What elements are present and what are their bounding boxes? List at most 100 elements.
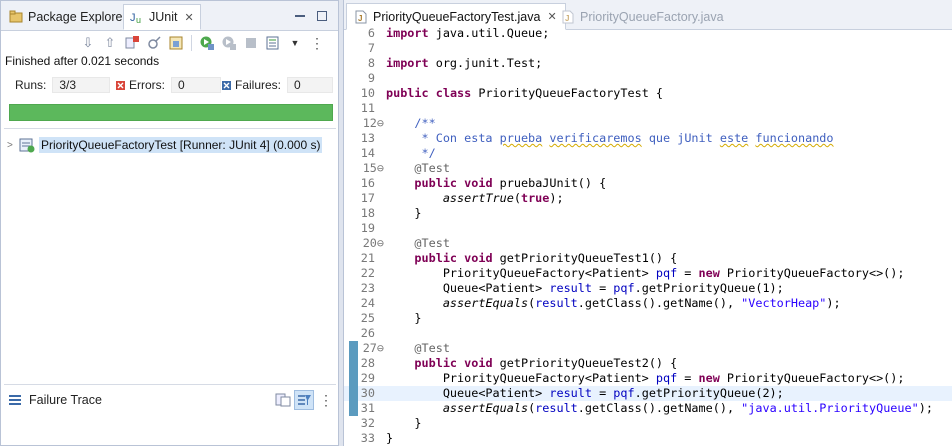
next-failure-icon[interactable]: ⇩ (79, 34, 97, 52)
code-line[interactable]: 27⊖ @Test (344, 341, 952, 356)
code-line[interactable]: 28 public void getPriorityQueueTest2() { (344, 356, 952, 371)
code-line[interactable]: 31 assertEquals(result.getClass().getNam… (344, 401, 952, 416)
code-line[interactable]: 29 PriorityQueueFactory<Patient> pqf = n… (344, 371, 952, 386)
code-line[interactable]: 17 assertTrue(true); (344, 191, 952, 206)
left-tabbar: Package Explorer J u JUnit ✕ (1, 1, 338, 31)
code-line[interactable]: 14 */ (344, 146, 952, 161)
code-text: import java.util.Queue; (386, 26, 550, 40)
code-text: } (386, 206, 422, 220)
editor-tab-label: PriorityQueueFactoryTest.java (373, 9, 541, 24)
line-number: 9 (367, 71, 375, 85)
code-line[interactable]: 8 import org.junit.Test; (344, 56, 952, 71)
line-number: 27⊖ (362, 341, 384, 355)
line-number: 30 (360, 386, 375, 400)
chevron-down-icon[interactable]: ▼ (286, 34, 304, 52)
tree-item-label: PriorityQueueFactoryTest [Runner: JUnit … (39, 137, 323, 153)
svg-text:J: J (565, 14, 569, 23)
history-icon[interactable] (264, 34, 282, 52)
code-line[interactable]: 33} (344, 431, 952, 446)
maximize-icon[interactable] (316, 10, 328, 22)
view-menu-icon[interactable]: ⋮ (316, 390, 336, 410)
svg-text:u: u (136, 15, 141, 24)
tab-package-explorer[interactable]: Package Explorer (3, 4, 133, 30)
tab-junit[interactable]: J u JUnit ✕ (123, 4, 201, 30)
line-number: 23 (360, 281, 375, 295)
divider (4, 128, 336, 129)
line-number: 22 (360, 266, 375, 280)
compare-icon[interactable] (273, 390, 293, 410)
chevron-right-icon[interactable]: > (7, 140, 19, 151)
java-file-icon: J (562, 10, 574, 23)
runs-label: Runs: (15, 78, 47, 92)
tab-label: Package Explorer (28, 10, 127, 24)
code-text: @Test (386, 236, 450, 250)
code-text: public class PriorityQueueFactoryTest { (386, 86, 664, 100)
code-text: assertEquals(result.getClass().getName()… (442, 296, 841, 310)
show-failures-only-icon[interactable] (123, 34, 141, 52)
failure-trace-header: Failure Trace ⋮ (1, 387, 338, 413)
stop-icon[interactable] (242, 34, 260, 52)
runs-counter: Runs: 3/3 (15, 77, 111, 93)
code-line[interactable]: 9 (344, 71, 952, 86)
code-line[interactable]: 24 assertEquals(result.getClass().getNam… (344, 296, 952, 311)
code-line[interactable]: 21 public void getPriorityQueueTest1() { (344, 251, 952, 266)
svg-text:J: J (130, 12, 136, 24)
test-tree-item[interactable]: > PriorityQueueFactoryTest [Runner: JUni… (7, 136, 323, 154)
code-text: } (386, 416, 422, 430)
line-number: 8 (367, 56, 375, 70)
previous-failure-icon[interactable]: ⇧ (101, 34, 119, 52)
close-icon[interactable]: ✕ (184, 11, 193, 24)
code-area[interactable]: 6 import java.util.Queue; 7 8 import org.jun… (344, 26, 952, 446)
toolbar-separator (191, 35, 192, 51)
code-line[interactable]: 30 Queue<Patient> result = pqf.getPriori… (344, 386, 952, 401)
divider (4, 384, 336, 385)
line-number: 11 (360, 101, 375, 115)
code-line[interactable]: 32 } (344, 416, 952, 431)
code-line[interactable]: 6 import java.util.Queue; (344, 26, 952, 41)
test-progress-bar (9, 104, 333, 121)
code-line[interactable]: 23 Queue<Patient> result = pqf.getPriori… (344, 281, 952, 296)
line-number: 14 (360, 146, 375, 160)
code-line[interactable]: 11 (344, 101, 952, 116)
code-text: assertTrue(true); (442, 191, 564, 205)
failures-label: Failures: (235, 78, 282, 92)
scroll-lock-icon[interactable] (145, 34, 163, 52)
code-text: PriorityQueueFactory<Patient> pqf = new … (386, 266, 905, 280)
code-text: @Test (386, 341, 450, 355)
code-line[interactable]: 16 public void pruebaJUnit() { (344, 176, 952, 191)
line-number: 20⊖ (362, 236, 384, 250)
code-line[interactable]: 7 (344, 41, 952, 56)
line-number: 25 (360, 311, 375, 325)
code-line[interactable]: 18 } (344, 206, 952, 221)
layout-icon[interactable] (167, 34, 185, 52)
editor-tab-label: PriorityQueueFactory.java (580, 9, 724, 24)
code-text: @Test (386, 161, 450, 175)
line-number: 15⊖ (362, 161, 384, 175)
code-line[interactable]: 25 } (344, 311, 952, 326)
line-number: 18 (360, 206, 375, 220)
junit-toolbar: ⇩ ⇧ ▼ ⋮ (79, 33, 326, 53)
line-number: 7 (367, 41, 375, 55)
code-line[interactable]: 19 (344, 221, 952, 236)
code-line[interactable]: 26 (344, 326, 952, 341)
view-menu-icon[interactable]: ⋮ (308, 34, 326, 52)
code-line[interactable]: 12⊖ /** (344, 116, 952, 131)
minimize-icon[interactable] (294, 10, 306, 22)
code-line[interactable]: 13 * Con esta prueba verificaremos que j… (344, 131, 952, 146)
code-text: public void pruebaJUnit() { (414, 176, 607, 190)
code-line[interactable]: 15⊖ @Test (344, 161, 952, 176)
svg-text:J: J (358, 14, 362, 23)
line-number: 6 (367, 26, 375, 40)
runs-value: 3/3 (52, 77, 111, 93)
code-text: * Con esta prueba verificaremos que jUni… (386, 131, 834, 145)
filter-stack-icon[interactable] (294, 390, 314, 410)
code-line[interactable]: 10 public class PriorityQueueFactoryTest … (344, 86, 952, 101)
line-number: 21 (360, 251, 375, 265)
failure-trace-label: Failure Trace (29, 393, 102, 407)
rerun-icon[interactable] (198, 34, 216, 52)
code-line[interactable]: 20⊖ @Test (344, 236, 952, 251)
code-line[interactable]: 22 PriorityQueueFactory<Patient> pqf = n… (344, 266, 952, 281)
rerun-failures-first-icon[interactable] (220, 34, 238, 52)
java-file-icon: J (355, 10, 367, 23)
line-number: 10 (360, 86, 375, 100)
